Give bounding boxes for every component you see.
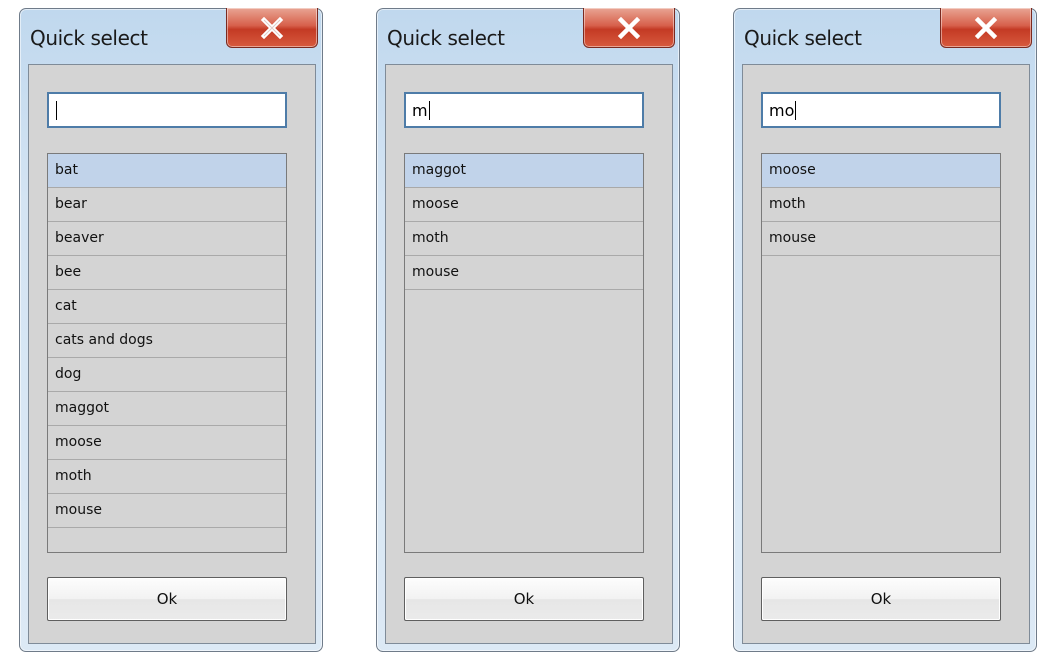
list-item[interactable]: mouse (405, 256, 643, 290)
ok-button[interactable]: Ok (47, 577, 287, 621)
list-item[interactable]: dog (48, 358, 286, 392)
list-item[interactable]: moose (762, 154, 1000, 188)
dialog-client-area: mo moose moth mouse Ok (742, 64, 1030, 644)
list-item[interactable]: mouse (762, 222, 1000, 256)
list-item[interactable] (48, 528, 286, 552)
search-input-value: m (412, 100, 428, 120)
close-icon (259, 16, 285, 39)
list-item[interactable]: maggot (48, 392, 286, 426)
text-caret (795, 100, 797, 120)
list-item[interactable]: maggot (405, 154, 643, 188)
quick-select-dialog-3: Quick select mo moose moth mouse Ok (733, 8, 1037, 652)
list-item[interactable]: cats and dogs (48, 324, 286, 358)
list-item[interactable]: bat (48, 154, 286, 188)
list-item[interactable]: bee (48, 256, 286, 290)
results-listbox[interactable]: bat bear beaver bee cat cats and dogs dog maggo… (47, 153, 287, 553)
results-listbox[interactable]: maggot moose moth mouse (404, 153, 644, 553)
list-item[interactable]: moth (405, 222, 643, 256)
close-icon (616, 16, 642, 39)
text-caret (428, 100, 430, 120)
dialog-client-area: bat bear beaver bee cat cats and dogs dog maggo… (28, 64, 316, 644)
quick-select-dialog-1: Quick select bat bear beaver bee cat cats and… (19, 8, 323, 652)
list-item[interactable]: moose (405, 188, 643, 222)
dialog-title: Quick select (30, 26, 148, 50)
text-caret (56, 100, 57, 120)
list-item[interactable]: bear (48, 188, 286, 222)
list-item[interactable]: moth (48, 460, 286, 494)
results-listbox[interactable]: moose moth mouse (761, 153, 1001, 553)
ok-button[interactable]: Ok (761, 577, 1001, 621)
dialog-title: Quick select (744, 26, 862, 50)
search-input[interactable] (47, 92, 287, 128)
close-button[interactable] (226, 8, 318, 48)
list-item[interactable]: beaver (48, 222, 286, 256)
list-item[interactable]: moose (48, 426, 286, 460)
quick-select-dialog-2: Quick select m maggot moose moth mouse Ok (376, 8, 680, 652)
search-input[interactable]: m (404, 92, 644, 128)
list-item[interactable]: cat (48, 290, 286, 324)
close-icon (973, 16, 999, 39)
search-input-value: mo (769, 100, 795, 120)
list-item[interactable]: moth (762, 188, 1000, 222)
search-input[interactable]: mo (761, 92, 1001, 128)
dialog-client-area: m maggot moose moth mouse Ok (385, 64, 673, 644)
list-item[interactable]: mouse (48, 494, 286, 528)
dialog-title: Quick select (387, 26, 505, 50)
close-button[interactable] (940, 8, 1032, 48)
ok-button[interactable]: Ok (404, 577, 644, 621)
close-button[interactable] (583, 8, 675, 48)
